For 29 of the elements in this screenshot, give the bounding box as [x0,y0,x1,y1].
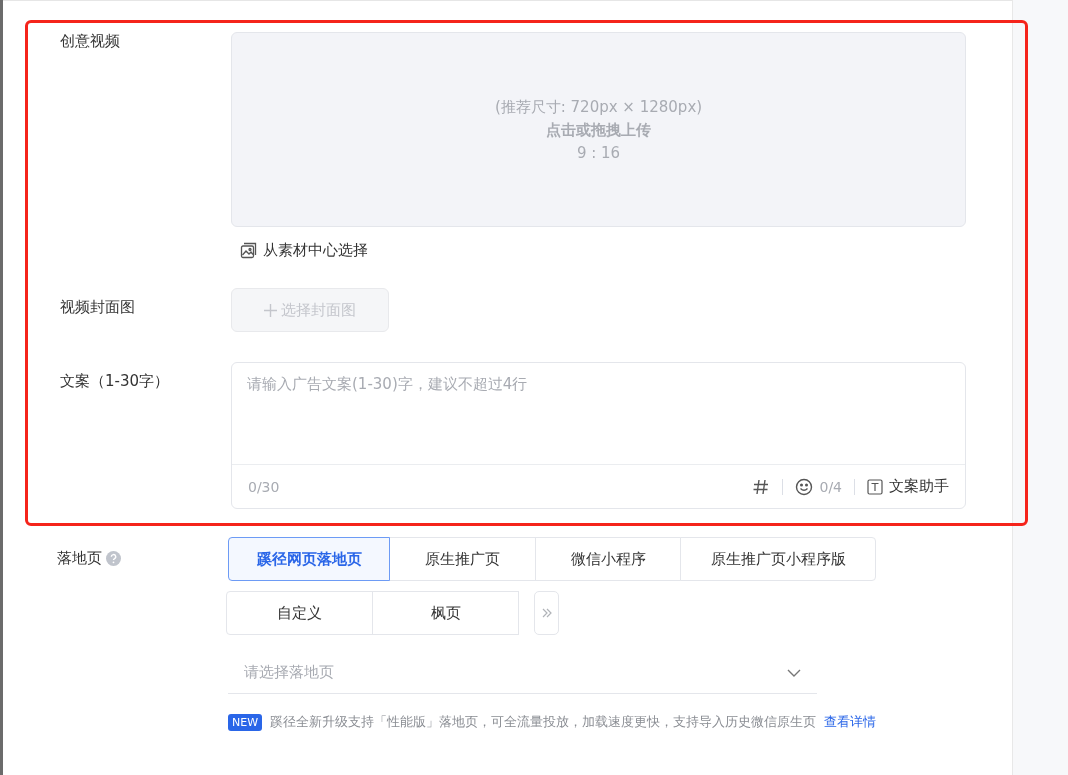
details-link[interactable]: 查看详情 [824,713,877,731]
chevron-down-icon [787,668,801,677]
text-icon [867,478,883,495]
copy-assistant-button[interactable]: 文案助手 [867,477,949,496]
field-label: 落地页 [57,549,102,568]
aspect-ratio: 9 : 16 [576,143,621,162]
upload-action: 点击或拖拽上传 [546,120,651,140]
landing-page-tab[interactable]: 原生推广页小程序版 [680,537,876,581]
double-chevron-icon [540,607,553,619]
help-icon[interactable] [106,551,121,566]
landing-page-tab[interactable]: 枫页 [372,591,519,635]
new-badge: NEW [228,713,263,731]
more-tabs-button[interactable] [534,591,559,635]
landing-page-tab[interactable]: 蹊径网页落地页 [228,537,390,581]
image-stack-icon [240,242,257,259]
landing-page-tab[interactable]: 自定义 [226,591,373,635]
notice-text: 蹊径全新升级支持「性能版」落地页，可全流量投放，加载速度更快，支持导入历史微信原生页 [270,713,817,731]
copy-textarea[interactable]: 请输入广告文案(1-30)字，建议不超过4行 0/30 0/4 文案助手 [231,362,966,509]
plus-icon [264,303,277,317]
hashtag-icon[interactable] [752,477,771,496]
landing-page-tab[interactable]: 微信小程序 [535,537,681,581]
field-label: 文案（1-30字） [60,372,170,391]
landing-page-tab[interactable]: 原生推广页 [389,537,536,581]
smiley-icon [795,477,814,496]
field-label: 视频封面图 [60,298,135,317]
library-link[interactable]: 从素材中心选择 [240,241,966,260]
character-count: 0/30 [248,478,281,495]
upload-hint: (推荐尺寸: 720px × 1280px) [494,97,703,117]
field-label: 创意视频 [60,32,120,51]
